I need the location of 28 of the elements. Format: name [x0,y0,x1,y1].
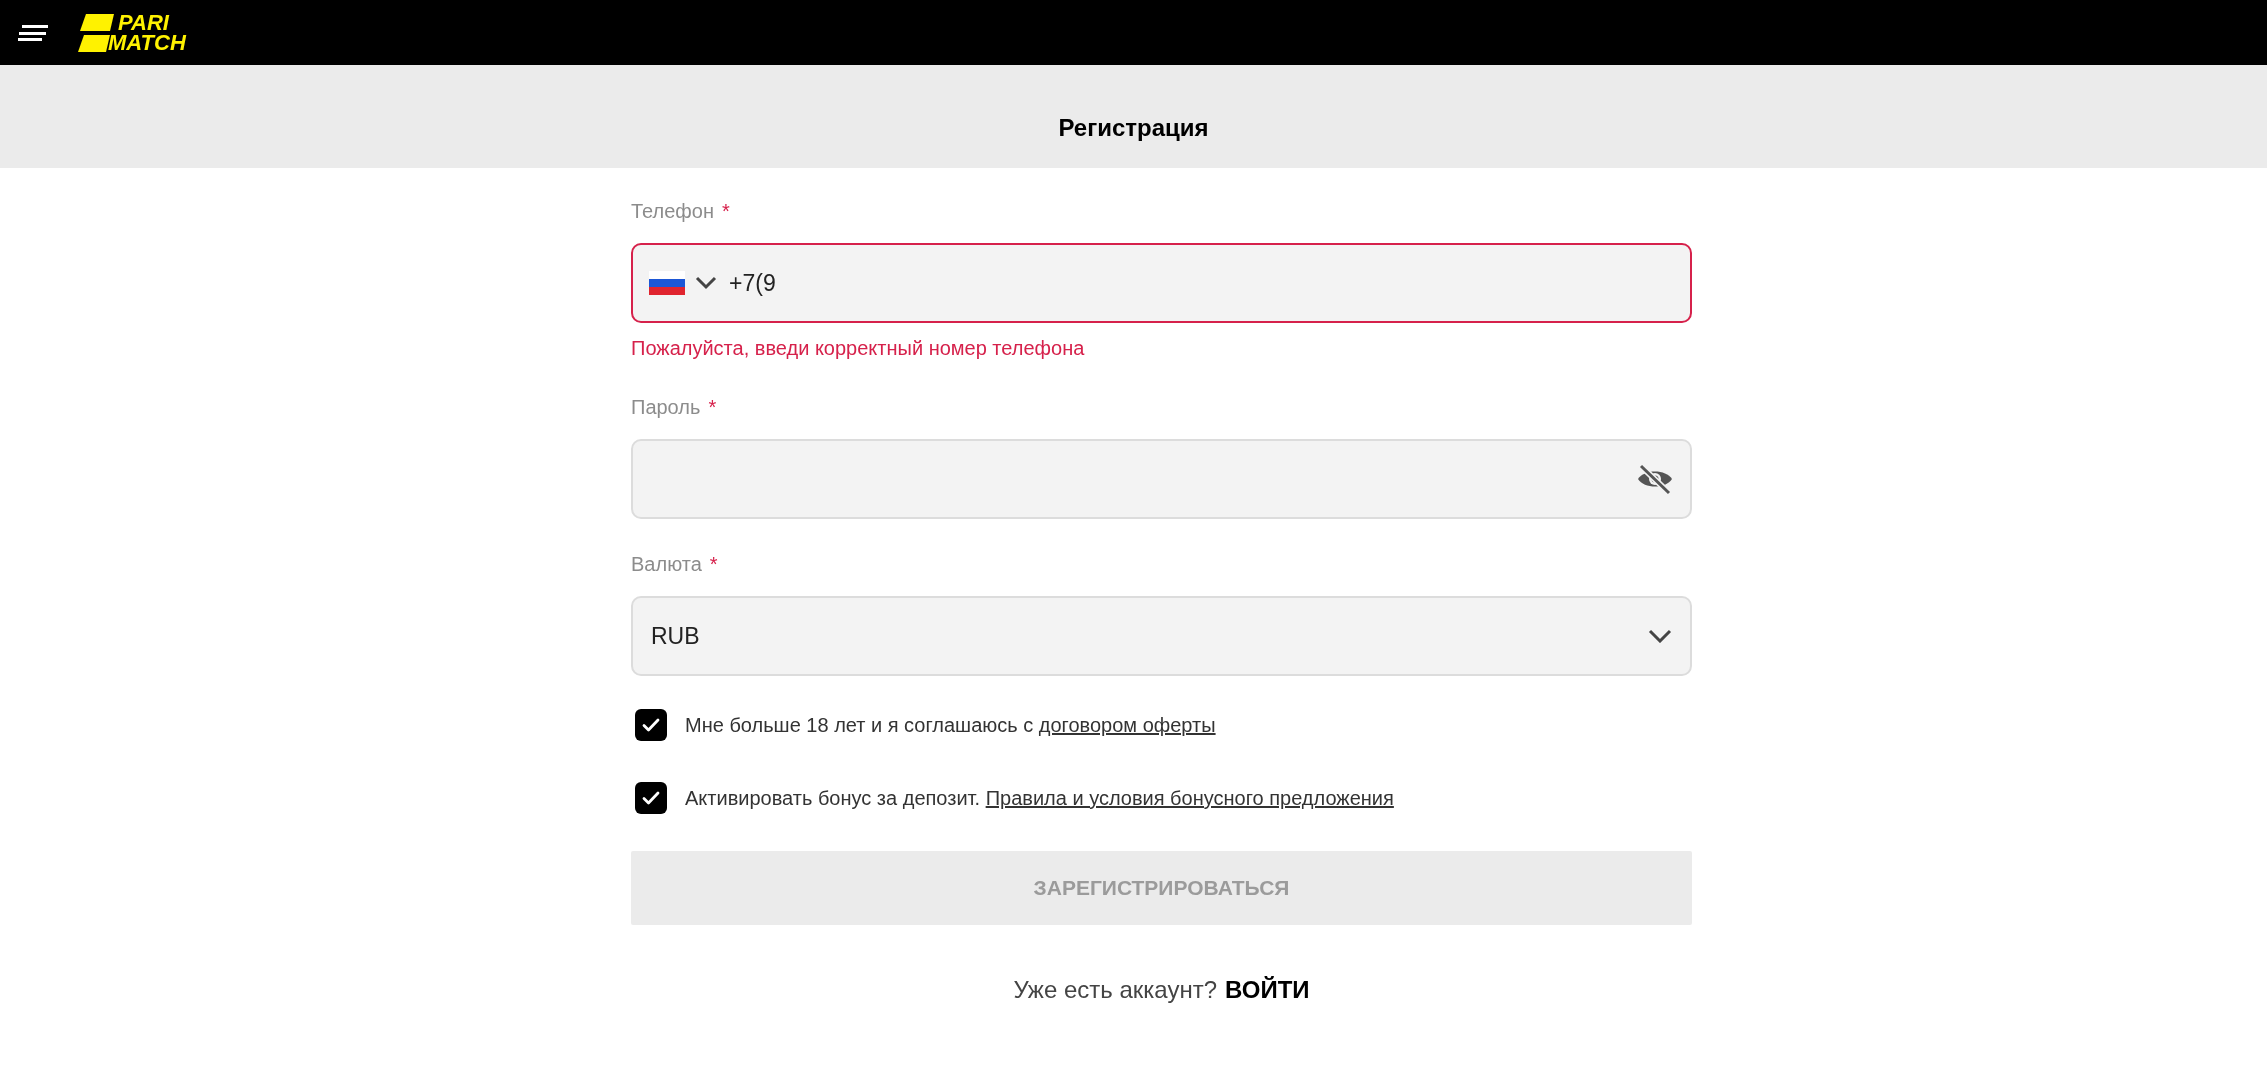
logo[interactable]: PARI MATCH [78,8,186,57]
field-label: Валюта [631,552,702,577]
login-prompt: Уже есть аккаунт? [1013,975,1217,1005]
phone-value: +7(9 [729,268,776,298]
login-link[interactable]: ВОЙТИ [1225,972,1310,1008]
field-label: Пароль [631,395,701,420]
checkbox[interactable] [635,709,667,741]
error-message: Пожалуйста, введи корректный номер телефона [631,336,1086,359]
menu-icon[interactable] [18,22,50,43]
agreement-link[interactable]: Правила и условия бонусного предложения [985,787,1394,809]
checkbox[interactable] [635,782,667,814]
logo-text: PARI [117,12,171,33]
eye-off-icon[interactable] [1636,463,1674,495]
required-mark: * [721,199,730,224]
chevron-down-icon [1648,629,1672,643]
flag-icon[interactable] [649,271,685,295]
password-field[interactable] [631,439,1692,519]
required-mark: * [709,552,718,577]
page-title: Регистрация [1058,113,1209,143]
agreement-text: Активировать бонус за депозит. Правила и условия бонусного предложения [685,786,1394,811]
field-label: Телефон [631,199,714,224]
phone-field[interactable]: +7(9 [631,243,1692,323]
required-mark: * [708,395,717,420]
chevron-down-icon[interactable] [695,276,717,290]
currency-select[interactable]: RUB [631,596,1692,676]
agreement-text: Мне больше 18 лет и я соглашаюсь с договором оферты [685,713,1216,738]
logo-text: MATCH [108,32,186,53]
agreement-link[interactable]: договором оферты [1038,714,1216,736]
